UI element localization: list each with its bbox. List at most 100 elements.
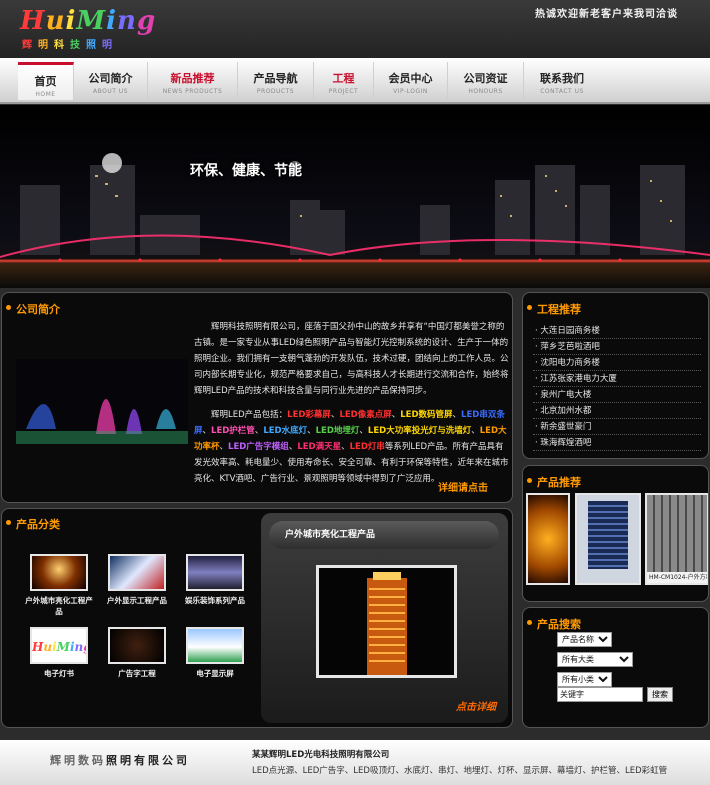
welcome-text: 热诚欢迎新老客户来我司洽谈	[535, 9, 678, 20]
feature-title: 户外城市亮化工程产品	[269, 521, 499, 549]
recommend-scroller: HM-CM1024-户外方幕	[523, 493, 708, 588]
search-button[interactable]: 搜索	[647, 687, 673, 702]
footer-products: LED点光源、LED广告字、LED吸顶灯、水底灯、串灯、地埋灯、灯杯、显示屏、幕…	[252, 766, 668, 776]
category-label: 电子灯书	[44, 669, 74, 678]
nav-item-new-products[interactable]: 新品推荐 NEWS PRODUCTS	[148, 62, 238, 100]
category-thumb	[108, 554, 166, 591]
about-title: 公司简介	[6, 303, 60, 316]
project-item[interactable]: · 泉州广电大楼	[533, 387, 701, 403]
project-item[interactable]: · 新余盛世豪门	[533, 419, 701, 435]
product-thumb-display-panel[interactable]	[575, 493, 641, 585]
about-more-link[interactable]: 详细请点击	[438, 479, 488, 494]
product-highlight: LED广告字模组	[228, 442, 289, 452]
about-paragraph-1: 辉明科技照明有限公司，座落于国父孙中山的故乡并享有“中国灯都美誉之称的古镇。是一…	[194, 322, 509, 396]
nav-label: 新品推荐	[170, 72, 215, 85]
about-text: 辉明科技照明有限公司，座落于国父孙中山的故乡并享有“中国灯都美誉之称的古镇。是一…	[194, 319, 509, 487]
nav-sub: PRODUCTS	[256, 88, 295, 95]
fountain-image	[16, 359, 188, 444]
keyword-input[interactable]	[557, 687, 643, 702]
category-outdoor-display[interactable]: 户外显示工程产品	[102, 554, 172, 606]
category-label: 娱乐装饰系列产品	[185, 596, 245, 605]
project-item[interactable]: · 沈阳电力商务楼	[533, 355, 701, 371]
category-thumb	[186, 554, 244, 591]
search-panel: 产品搜索 产品名称 所有大类 所有小类 搜索	[522, 607, 709, 728]
nav-sub: HONOURS	[468, 88, 503, 95]
product-thumb-rope-light[interactable]	[526, 493, 570, 585]
project-list: · 大莲日园商务楼 · 萍乡芝芭啦酒吧 · 沈阳电力商务楼 · 江苏张家港电力大厦 · …	[533, 323, 701, 451]
category-label: 广告字工程	[118, 669, 156, 678]
nav-label: 产品导航	[253, 72, 298, 85]
category-label: 户外城市亮化工程产品	[25, 596, 93, 616]
feature-image[interactable]	[316, 565, 457, 678]
product-highlight: LED像素点屏	[339, 410, 392, 420]
product-highlight: LED满天星	[297, 442, 342, 452]
city-night-image	[0, 105, 710, 288]
nav-sub: NEWS PRODUCTS	[162, 88, 223, 95]
footer-logo-light: 辉明数码	[50, 754, 106, 767]
product-highlight: LED彩幕屏	[287, 410, 331, 420]
logo[interactable]: HuiMing	[20, 6, 156, 36]
projects-panel: 工程推荐 · 大莲日园商务楼 · 萍乡芝芭啦酒吧 · 沈阳电力商务楼 · 江苏张家港电…	[522, 292, 709, 459]
nav-item-about[interactable]: 公司简介 ABOUT US	[74, 62, 148, 100]
category-label: 户外显示工程产品	[107, 596, 167, 605]
nav-item-products[interactable]: 产品导航 PRODUCTS	[238, 62, 314, 100]
feature-more-link[interactable]: 点击详细	[456, 698, 496, 713]
category-label: 电子显示屏	[196, 669, 234, 678]
project-item[interactable]: · 大莲日园商务楼	[533, 323, 701, 339]
tower-image	[319, 568, 454, 675]
category-led-screen[interactable]: 电子显示屏	[180, 627, 250, 679]
recommend-panel: 产品推荐 HM-CM1024-户外方幕	[522, 465, 709, 602]
big-class-select[interactable]: 所有大类	[557, 652, 633, 667]
nav-item-project[interactable]: 工程 PROJECT	[314, 62, 374, 100]
category-thumb	[30, 554, 88, 591]
category-thumb	[108, 627, 166, 664]
product-highlight: LED地埋灯	[315, 426, 360, 436]
categories-title: 产品分类	[6, 518, 60, 531]
nav-sub: VIP-LOGIN	[393, 88, 428, 95]
about-paragraph-2: 辉明LED产品包括：LED彩幕屏、LED像素点屏、LED数码管屏、LED串双条屏…	[194, 407, 509, 487]
nav-item-honours[interactable]: 公司资证 HONOURS	[448, 62, 524, 100]
product-highlight: LED数码管屏	[400, 410, 453, 420]
nav-item-contact[interactable]: 联系我们 CONTACT US	[524, 62, 600, 100]
product-highlight: LED灯串	[349, 442, 385, 452]
product-highlight: LED水底灯	[263, 426, 308, 436]
nav-sub: HOME	[35, 91, 56, 98]
nav-item-home[interactable]: 首页 HOME	[18, 62, 74, 100]
product-caption: HM-CM1024-户外方幕	[647, 572, 707, 583]
projects-title: 工程推荐	[527, 303, 581, 316]
main-nav: 首页 HOME 公司简介 ABOUT US 新品推荐 NEWS PRODUCTS 产品…	[0, 58, 710, 104]
nav-label: 会员中心	[388, 72, 433, 85]
footer-company: 某某辉明LED光电科技照明有限公司	[252, 750, 390, 760]
nav-sub: PROJECT	[328, 88, 359, 95]
project-item[interactable]: · 萍乡芝芭啦酒吧	[533, 339, 701, 355]
project-item[interactable]: · 珠海辉煌酒吧	[533, 435, 701, 451]
about-panel: 公司简介 辉明科技照明有限公司，座落于国父孙中山的故乡并享有“中国灯都美誉之称的…	[1, 292, 513, 503]
feature-box: 户外城市亮化工程产品 点击详细	[261, 513, 508, 723]
nav-label: 工程	[332, 72, 355, 85]
small-class-select[interactable]: 所有小类	[557, 672, 612, 687]
category-entertainment[interactable]: 娱乐装饰系列产品	[180, 554, 250, 606]
product-thumb-curtain-screen[interactable]: HM-CM1024-户外方幕	[645, 493, 708, 585]
product-intro: 辉明LED产品包括：	[211, 410, 288, 420]
category-thumb: HuiMing	[30, 627, 88, 664]
nav-label: 首页	[34, 75, 57, 88]
category-e-book-light[interactable]: HuiMing 电子灯书	[24, 627, 94, 679]
product-highlight: LED护栏管	[211, 426, 255, 436]
category-thumb	[186, 627, 244, 664]
recommend-title: 产品推荐	[527, 476, 581, 489]
nav-label: 公司资证	[463, 72, 508, 85]
nav-item-vip-login[interactable]: 会员中心 VIP-LOGIN	[374, 62, 448, 100]
nav-sub: ABOUT US	[92, 88, 128, 95]
search-title: 产品搜索	[527, 618, 581, 631]
header: HuiMing 辉明科技照明 热诚欢迎新老客户来我司洽谈	[0, 0, 710, 58]
nav-label: 公司简介	[88, 72, 133, 85]
search-field-select[interactable]: 产品名称	[557, 632, 612, 647]
category-sign-letters[interactable]: 广告字工程	[102, 627, 172, 679]
footer-logo-bold: 照明有限公司	[106, 754, 190, 767]
category-outdoor-lighting[interactable]: 户外城市亮化工程产品	[24, 554, 94, 617]
nav-label: 联系我们	[540, 72, 584, 85]
product-highlight: LED大功率投光灯与洗墙灯	[367, 426, 472, 436]
nav-sub: CONTACT US	[540, 88, 584, 95]
project-item[interactable]: · 北京加州水都	[533, 403, 701, 419]
project-item[interactable]: · 江苏张家港电力大厦	[533, 371, 701, 387]
